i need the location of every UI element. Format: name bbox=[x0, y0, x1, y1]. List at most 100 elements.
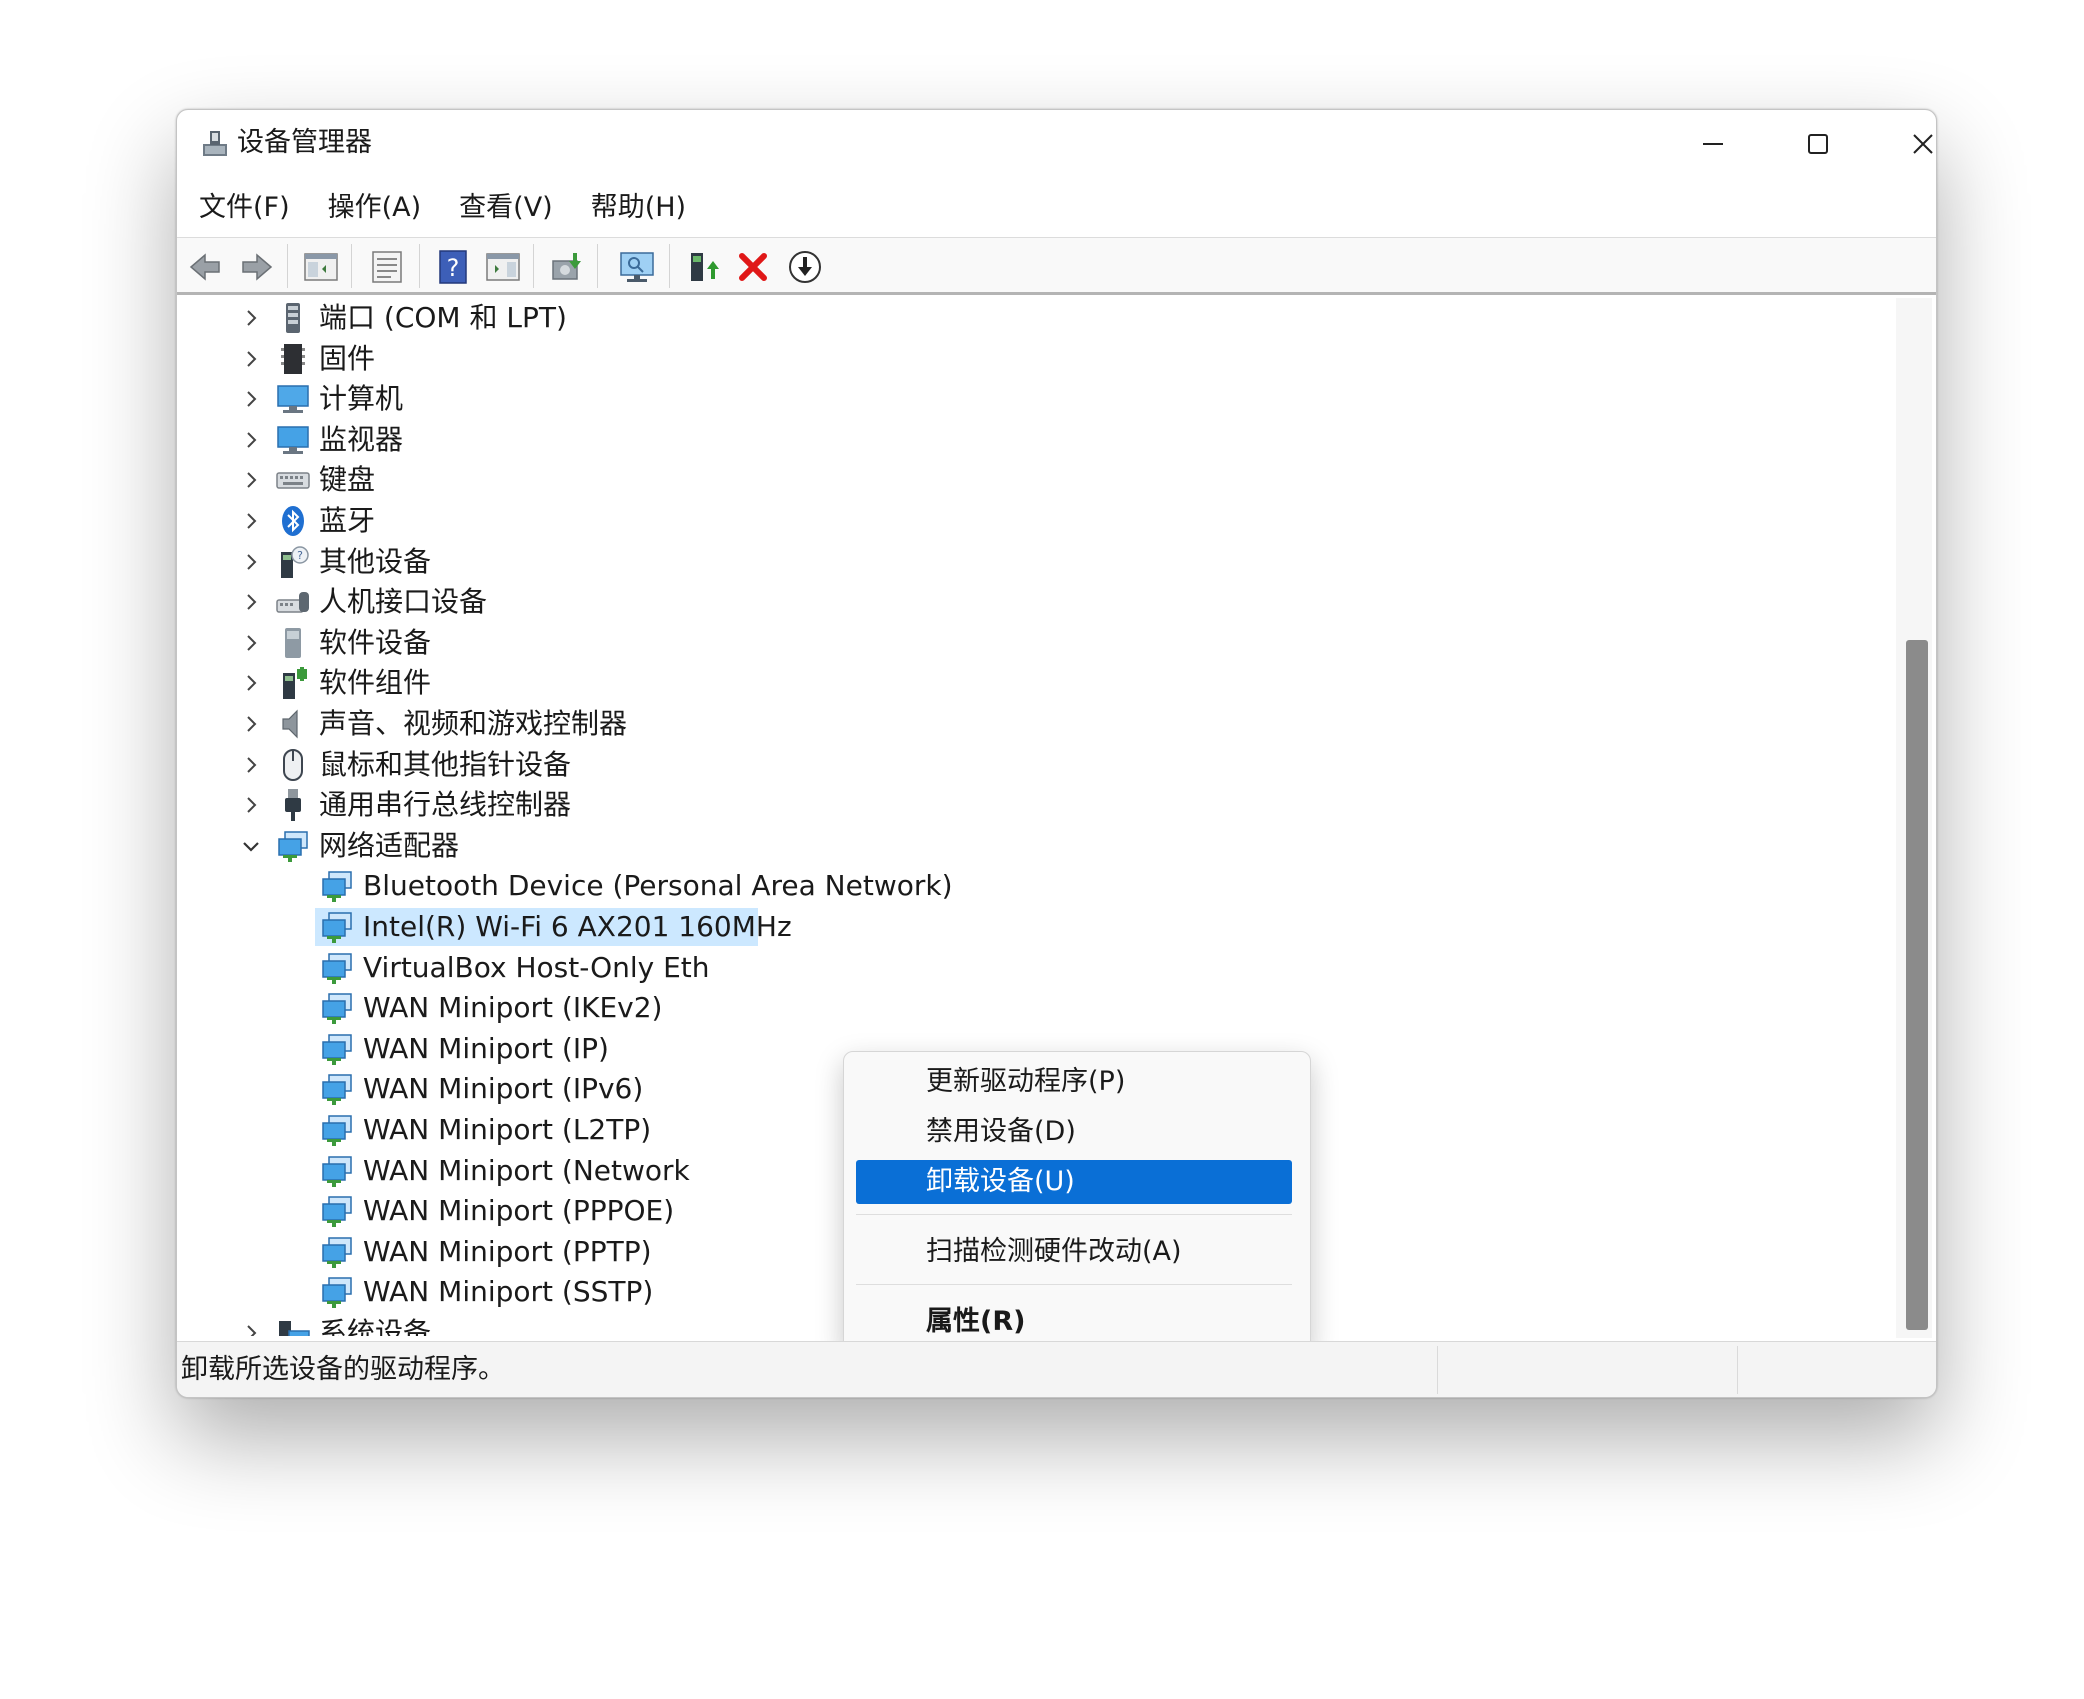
chevron-right-icon[interactable] bbox=[239, 387, 263, 411]
chevron-right-icon[interactable] bbox=[239, 1321, 263, 1336]
show-hide-tree-button[interactable] bbox=[301, 247, 341, 287]
network-adapter-icon bbox=[319, 1071, 355, 1107]
tree-category[interactable]: 固件 bbox=[319, 339, 375, 379]
tree-category[interactable]: 鼠标和其他指针设备 bbox=[319, 745, 571, 785]
tree-category[interactable]: 蓝牙 bbox=[319, 501, 375, 541]
chevron-right-icon[interactable] bbox=[239, 712, 263, 736]
chevron-right-icon[interactable] bbox=[239, 306, 263, 330]
help-icon: ? bbox=[439, 250, 467, 284]
forward-button[interactable] bbox=[237, 247, 277, 287]
tree-device[interactable]: WAN Miniport (PPTP) bbox=[363, 1232, 652, 1272]
tree-device[interactable]: WAN Miniport (IPv6) bbox=[363, 1069, 643, 1109]
tree-category[interactable]: 软件组件 bbox=[319, 663, 431, 703]
scrollbar-thumb[interactable] bbox=[1906, 640, 1928, 1330]
maximize-icon bbox=[1808, 134, 1828, 154]
tree-device[interactable]: WAN Miniport (IKEv2) bbox=[363, 988, 662, 1028]
tree-device[interactable]: WAN Miniport (PPPOE) bbox=[363, 1191, 674, 1231]
network-adapter-icon bbox=[319, 909, 355, 945]
minimize-button[interactable] bbox=[1673, 116, 1753, 172]
properties-icon bbox=[372, 251, 402, 283]
chevron-right-icon[interactable] bbox=[239, 671, 263, 695]
menu-separator bbox=[856, 1284, 1292, 1285]
menu-scan-hardware-label: 扫描检测硬件改动(A) bbox=[926, 1236, 1182, 1267]
help-button[interactable]: ? bbox=[433, 247, 473, 287]
chevron-right-icon[interactable] bbox=[239, 347, 263, 371]
back-button[interactable] bbox=[185, 247, 225, 287]
uninstall-button[interactable] bbox=[733, 247, 773, 287]
network-adapter-icon bbox=[319, 1031, 355, 1067]
action-pane-button[interactable] bbox=[483, 247, 523, 287]
menu-disable-device[interactable]: 禁用设备(D) bbox=[856, 1110, 1292, 1154]
close-button[interactable] bbox=[1883, 116, 1936, 172]
menu-update-driver[interactable]: 更新驱动程序(P) bbox=[856, 1060, 1292, 1104]
chevron-right-icon[interactable] bbox=[239, 590, 263, 614]
chevron-right-icon[interactable] bbox=[239, 793, 263, 817]
tree-category[interactable]: 端口 (COM 和 LPT) bbox=[319, 298, 567, 338]
minimize-icon bbox=[1703, 143, 1723, 145]
tree-category[interactable]: 声音、视频和游戏控制器 bbox=[319, 704, 627, 744]
mouse-icon bbox=[275, 747, 311, 783]
chevron-right-icon[interactable] bbox=[239, 468, 263, 492]
menu-help[interactable]: 帮助(H) bbox=[591, 190, 686, 226]
software-component-icon bbox=[275, 665, 311, 701]
toolbar: ? bbox=[177, 237, 1936, 295]
tree-category[interactable]: 软件设备 bbox=[319, 623, 431, 663]
vertical-scrollbar[interactable] bbox=[1896, 298, 1932, 1338]
tree-category[interactable]: 其他设备 bbox=[319, 542, 431, 582]
tree-device[interactable]: WAN Miniport (Network bbox=[363, 1151, 690, 1191]
chevron-down-icon[interactable] bbox=[239, 834, 263, 858]
speaker-icon bbox=[275, 706, 311, 742]
chevron-right-icon[interactable] bbox=[239, 753, 263, 777]
tree-device[interactable]: Bluetooth Device (Personal Area Network) bbox=[363, 866, 953, 906]
toolbar-separator bbox=[419, 244, 420, 288]
back-icon bbox=[189, 253, 220, 281]
chevron-right-icon[interactable] bbox=[239, 631, 263, 655]
tree-device[interactable]: WAN Miniport (SSTP) bbox=[363, 1272, 653, 1312]
tree-category[interactable]: 通用串行总线控制器 bbox=[319, 785, 571, 825]
menu-update-driver-label: 更新驱动程序(P) bbox=[926, 1066, 1126, 1097]
tree-category[interactable]: 键盘 bbox=[319, 460, 375, 500]
context-menu: 更新驱动程序(P) 禁用设备(D) 卸载设备(U) 扫描检测硬件改动(A) 属性… bbox=[843, 1051, 1311, 1352]
status-divider bbox=[1437, 1346, 1438, 1394]
title-bar[interactable]: 设备管理器 bbox=[177, 110, 1936, 178]
tree-device[interactable]: WAN Miniport (IP) bbox=[363, 1029, 609, 1069]
menu-view[interactable]: 查看(V) bbox=[459, 190, 553, 226]
menu-file[interactable]: 文件(F) bbox=[199, 190, 290, 226]
properties-button[interactable] bbox=[367, 247, 407, 287]
system-device-icon bbox=[275, 1315, 311, 1336]
chevron-right-icon[interactable] bbox=[239, 509, 263, 533]
tree-category[interactable]: 监视器 bbox=[319, 420, 403, 460]
tree-category[interactable]: 计算机 bbox=[319, 379, 403, 419]
software-device-icon bbox=[275, 625, 311, 661]
network-adapter-icon bbox=[319, 1153, 355, 1189]
svg-text:?: ? bbox=[447, 254, 460, 282]
chevron-right-icon[interactable] bbox=[239, 550, 263, 574]
tree-device[interactable]: WAN Miniport (L2TP) bbox=[363, 1110, 651, 1150]
device-manager-window: 设备管理器 文件(F) 操作(A) 查看(V) 帮助(H) ? 端口 (COM … bbox=[176, 109, 1937, 1398]
window-title: 设备管理器 bbox=[237, 127, 372, 158]
scan-hardware-button[interactable] bbox=[547, 247, 587, 287]
monitor-button[interactable] bbox=[617, 247, 657, 287]
menu-uninstall-device[interactable]: 卸载设备(U) bbox=[856, 1160, 1292, 1204]
menu-bar: 文件(F) 操作(A) 查看(V) 帮助(H) bbox=[177, 180, 1936, 236]
tree-category[interactable]: 网络适配器 bbox=[319, 826, 459, 866]
device-manager-app-icon bbox=[199, 128, 231, 160]
menu-action[interactable]: 操作(A) bbox=[328, 190, 422, 226]
status-divider bbox=[1737, 1346, 1738, 1394]
tree-category[interactable]: 系统设备 bbox=[319, 1313, 431, 1336]
unknown-device-icon: ? bbox=[275, 544, 311, 580]
tree-device[interactable]: VirtualBox Host-Only Eth bbox=[363, 948, 710, 988]
tree-category[interactable]: 人机接口设备 bbox=[319, 582, 487, 622]
maximize-button[interactable] bbox=[1778, 116, 1858, 172]
forward-icon bbox=[242, 253, 273, 281]
menu-disable-device-label: 禁用设备(D) bbox=[926, 1116, 1076, 1147]
keyboard-icon bbox=[275, 462, 311, 498]
menu-scan-hardware[interactable]: 扫描检测硬件改动(A) bbox=[856, 1230, 1292, 1274]
menu-properties[interactable]: 属性(R) bbox=[856, 1300, 1292, 1344]
tree-device-selected[interactable]: Intel(R) Wi-Fi 6 AX201 160MHz bbox=[363, 907, 792, 947]
disable-button[interactable] bbox=[785, 247, 825, 287]
update-driver-button[interactable] bbox=[683, 247, 723, 287]
toolbar-separator bbox=[351, 244, 352, 288]
chevron-right-icon[interactable] bbox=[239, 428, 263, 452]
network-adapter-icon bbox=[319, 1274, 355, 1310]
